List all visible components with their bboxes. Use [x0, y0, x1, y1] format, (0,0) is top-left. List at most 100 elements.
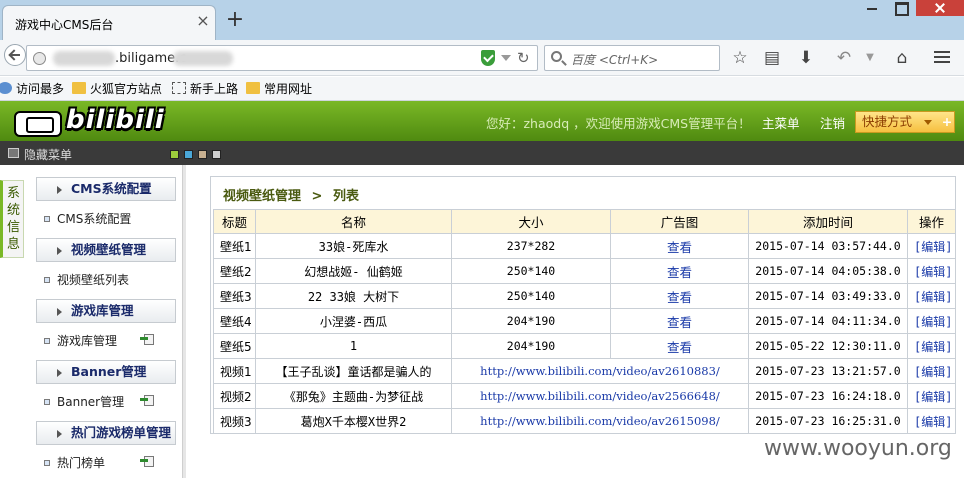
row-title: 视频3 — [213, 408, 256, 434]
edit-link[interactable]: [编辑] — [907, 383, 956, 409]
plus-icon[interactable]: + — [940, 112, 954, 132]
bookmark-firefox-site[interactable]: 火狐官方站点 — [72, 81, 162, 97]
url-bar[interactable]: .biligame.c ↻ — [26, 45, 538, 71]
row-name: 1 — [255, 333, 452, 359]
view-ad-link[interactable]: 查看 — [610, 333, 749, 359]
row-name: 葛炮X千本樱X世界2 — [255, 408, 452, 434]
video-link[interactable]: http://www.bilibili.com/video/av2566648/ — [451, 383, 749, 409]
row-name: 小涅婆-西瓜 — [255, 308, 452, 334]
window-close-icon[interactable] — [916, 0, 964, 16]
edit-link[interactable]: [编辑] — [907, 408, 956, 434]
edit-link[interactable]: [编辑] — [907, 283, 956, 309]
edit-link[interactable]: [编辑] — [907, 233, 956, 259]
edit-link[interactable]: [编辑] — [907, 333, 956, 359]
shortcut-button[interactable]: 快捷方式 + — [855, 111, 955, 133]
search-input[interactable]: 百度 <Ctrl+K> — [544, 45, 720, 71]
hide-menu-button[interactable]: 隐藏菜单 — [8, 146, 72, 163]
bookmark-common-sites[interactable]: 常用网址 — [246, 81, 312, 97]
column-header-title[interactable]: 标题 — [213, 209, 256, 234]
row-title: 壁纸3 — [213, 283, 256, 309]
view-ad-link[interactable]: 查看 — [610, 308, 749, 334]
theme-swatch-green[interactable] — [170, 150, 179, 159]
bookmark-getting-started[interactable]: 新手上路 — [172, 81, 238, 97]
redacted-url-part — [53, 51, 115, 66]
caret-down-icon — [924, 120, 932, 125]
row-name: 《那兔》主题曲-为梦征战 — [255, 383, 452, 409]
row-size: 250*140 — [451, 283, 611, 309]
breadcrumb: 视频壁纸管理 > 列表 — [223, 185, 359, 204]
video-link[interactable]: http://www.bilibili.com/video/av2615098/ — [451, 408, 749, 434]
column-header-name[interactable]: 名称 — [255, 209, 452, 234]
sidebar-section-cms-config[interactable]: CMS系统配置 — [36, 177, 176, 201]
content-panel: 视频壁纸管理 > 列表 标题 名称 大小 广告图 添加时间 操作 壁纸1 33娘… — [210, 176, 956, 434]
sidebar-item-game-library[interactable]: 游戏库管理 — [44, 332, 117, 349]
minimize-icon[interactable] — [860, 0, 884, 16]
sidebar-item-hot-list[interactable]: 热门榜单 — [44, 454, 105, 471]
view-ad-link[interactable]: 查看 — [610, 283, 749, 309]
row-name: 22 33娘 大树下 — [255, 283, 452, 309]
row-name: 33娘-死库水 — [255, 233, 452, 259]
new-tab-icon[interactable]: + — [224, 9, 246, 32]
chevron-down-icon[interactable] — [501, 55, 511, 61]
row-title: 壁纸2 — [213, 258, 256, 284]
edit-link[interactable]: [编辑] — [907, 308, 956, 334]
column-header-actions[interactable]: 操作 — [907, 209, 956, 234]
breadcrumb-current: 列表 — [332, 189, 359, 204]
edit-link[interactable]: [编辑] — [907, 358, 956, 384]
sidebar-section-hot-games[interactable]: 热门游戏榜单管理 — [36, 421, 176, 445]
browser-tab[interactable]: 游戏中心CMS后台 × — [2, 5, 216, 40]
welcome-text: 您好：zhaodq ，欢迎使用游戏CMS管理平台！ — [486, 116, 751, 131]
hamburger-menu-icon[interactable] — [932, 48, 952, 68]
back-arrow-icon[interactable] — [4, 44, 26, 66]
row-time: 2015-07-23 13:21:57.0 — [748, 358, 908, 384]
maximize-icon[interactable] — [888, 0, 912, 16]
import-icon[interactable] — [140, 394, 154, 406]
chevron-down-icon[interactable]: ▼ — [860, 48, 880, 68]
tab-title: 游戏中心CMS后台 — [15, 18, 114, 32]
table-header-row: 标题 名称 大小 广告图 添加时间 操作 — [213, 209, 956, 234]
reload-icon[interactable]: ↻ — [517, 50, 530, 66]
bookmark-most-visited[interactable]: 访问最多 — [0, 81, 64, 97]
sidebar-item-wallpaper-list[interactable]: 视频壁纸列表 — [44, 271, 129, 288]
bookmarks-bar: 访问最多 火狐官方站点 新手上路 常用网址 — [0, 77, 964, 101]
star-icon[interactable]: ☆ — [730, 48, 750, 68]
sidebar-divider[interactable] — [182, 165, 186, 478]
import-icon[interactable] — [140, 333, 154, 345]
table-row: 视频3 葛炮X千本樱X世界2 http://www.bilibili.com/v… — [213, 408, 956, 434]
import-icon[interactable] — [140, 455, 154, 467]
row-time: 2015-07-14 04:11:34.0 — [748, 308, 908, 334]
download-icon[interactable]: ⬇ — [796, 48, 816, 68]
tv-logo-icon — [14, 111, 62, 137]
system-info-tab[interactable]: 系统信息 — [0, 180, 24, 258]
column-header-added-time[interactable]: 添加时间 — [748, 209, 908, 234]
row-size: 250*140 — [451, 258, 611, 284]
logout-link[interactable]: 注销 — [820, 113, 845, 132]
sidebar-section-game-library[interactable]: 游戏库管理 — [36, 299, 176, 323]
column-header-size[interactable]: 大小 — [451, 209, 611, 234]
edit-link[interactable]: [编辑] — [907, 258, 956, 284]
column-header-ad-image[interactable]: 广告图 — [610, 209, 749, 234]
browser-nav-bar: .biligame.c ↻ 百度 <Ctrl+K> ☆ ▤ ⬇ ↶ ▼ ⌂ — [0, 40, 964, 76]
main-menu-link[interactable]: 主菜单 — [762, 113, 800, 132]
sidebar-section-wallpaper[interactable]: 视频壁纸管理 — [36, 238, 176, 262]
sidebar-section-banner[interactable]: Banner管理 — [36, 360, 176, 384]
view-ad-link[interactable]: 查看 — [610, 258, 749, 284]
panel-icon — [8, 148, 19, 158]
sidebar-item-cms-config[interactable]: CMS系统配置 — [44, 210, 131, 227]
view-ad-link[interactable]: 查看 — [610, 233, 749, 259]
theme-swatch-tan[interactable] — [198, 150, 207, 159]
shield-icon[interactable] — [481, 50, 495, 66]
video-link[interactable]: http://www.bilibili.com/video/av2610883/ — [451, 358, 749, 384]
reading-list-icon[interactable]: ▤ — [762, 48, 782, 68]
undo-icon[interactable]: ↶ — [834, 48, 854, 68]
app-header: bilibili 您好：zhaodq ，欢迎使用游戏CMS管理平台！ 主菜单 注… — [0, 101, 964, 141]
search-icon — [551, 51, 562, 62]
sidebar-item-banner[interactable]: Banner管理 — [44, 393, 124, 410]
home-icon[interactable]: ⌂ — [892, 48, 912, 68]
breadcrumb-parent[interactable]: 视频壁纸管理 — [223, 189, 301, 204]
theme-swatch-gray[interactable] — [212, 150, 221, 159]
row-title: 视频2 — [213, 383, 256, 409]
close-tab-icon[interactable]: × — [195, 13, 211, 29]
theme-swatch-blue[interactable] — [184, 150, 193, 159]
table-row: 视频1 【王子乱谈】童话都是骗人的 http://www.bilibili.co… — [213, 358, 956, 384]
